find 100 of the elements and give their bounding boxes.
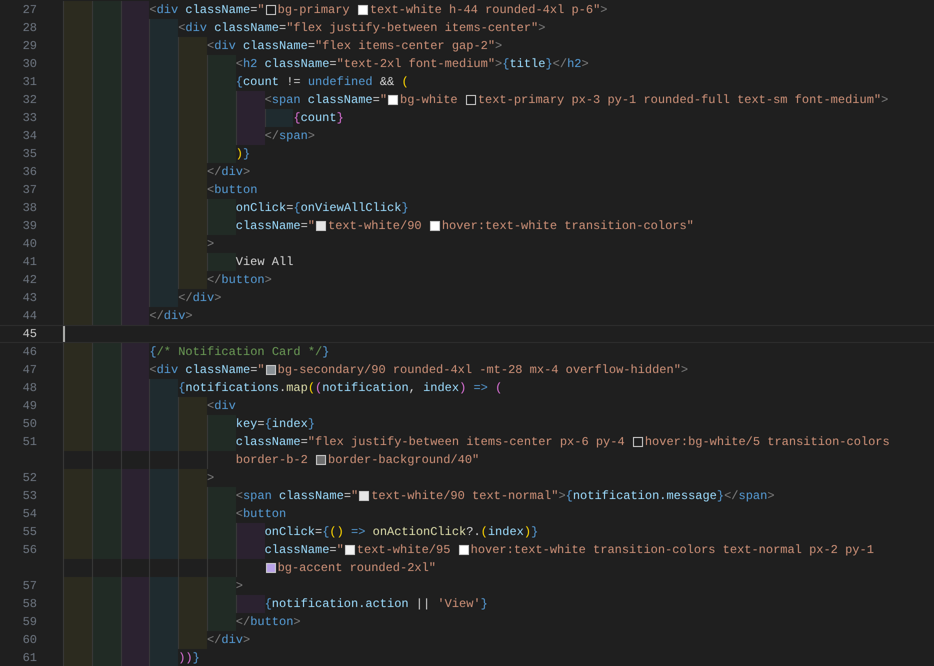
line-number: 55 [22,524,37,541]
indent-guide [206,433,236,451]
code-text: border-b-2 [236,452,309,469]
code-text: border-background/40" [328,452,480,469]
code-text: bg-primary [278,2,351,19]
line-number: 57 [22,578,37,595]
indent-guide [92,1,121,19]
code-text: <div className=" [149,362,265,379]
line-number: 58 [22,596,37,613]
line-number: 34 [22,128,37,145]
line-number: 39 [22,218,37,235]
line-number: 42 [22,272,37,289]
line-number: 60 [22,632,37,649]
indent-guide [120,1,150,19]
indent-guide [178,631,207,649]
code-text: </span> [264,128,315,145]
line-number: 35 [22,146,37,163]
indent-guide [149,469,178,487]
indent-guide [149,379,178,397]
indent-guide [149,289,178,307]
indent-guide [236,127,265,145]
line-number: 29 [22,38,37,55]
code-text: {notifications.map((notification, index) => ( [178,380,502,397]
code-text: <button [236,506,286,523]
code-text: bg-white [400,92,459,109]
line-number: 54 [22,506,37,523]
indent-guide [236,523,265,541]
indent-guide [236,91,265,109]
line-number: 59 [22,614,37,631]
indent-guide [63,649,92,666]
code-text: <div [206,398,236,415]
code-text: className="flex justify-between items-center px-6 py-4 [236,434,626,451]
code-text: <span className=" [264,92,388,109]
code-text: text-white/90 [328,218,423,235]
indent-guide [149,649,178,666]
code-text: bg-secondary/90 rounded-4xl -mt-28 mx-4 overflow-hidden"> [278,362,688,379]
code-text: <div className="flex items-center gap-2"> [206,38,502,55]
indent-guide [236,541,265,559]
indent-guide [178,433,207,451]
code-text: <h2 className="text-2xl font-medium">{title}</h2> [236,56,589,73]
code-text: <div className="flex justify-between items-center"> [178,20,546,37]
line-number: 53 [22,488,37,505]
code-text: text-primary px-3 py-1 rounded-full text-sm font-medium"> [478,92,888,109]
indent-guide [236,595,265,613]
code-text: > [206,236,214,253]
code-text: className=" [264,542,344,559]
code-text: {notification.action || 'View'} [264,596,488,613]
line-number: 45 [22,326,37,342]
indent-guide [264,109,294,127]
indent-guide [178,577,207,595]
indent-guide [92,649,121,666]
line-number: 40 [22,236,37,253]
indent-guide [120,577,150,595]
indent-guide [63,1,92,19]
code-text: onClick={() => onActionClick?.(index)} [264,524,538,541]
indent-guide [178,397,207,415]
indent-guide [206,199,236,217]
indent-guide [63,433,92,451]
line-number: 28 [22,20,37,37]
indent-guide [120,469,150,487]
indent-guide [178,37,207,55]
code-text: </button> [236,614,301,631]
indent-guide [92,433,121,451]
text-cursor [63,326,65,342]
indent-guide [120,433,150,451]
indent-guide [63,541,92,559]
code-text: text-white h-44 rounded-4xl p-6"> [370,2,608,19]
indent-guide [206,487,236,505]
indent-guide [63,577,92,595]
code-text: </div> [178,290,222,307]
code-text: hover:bg-white/5 transition-colors [644,434,890,451]
line-number: 61 [22,650,37,666]
code-text: </button> [206,272,272,289]
line-number: 47 [22,362,37,379]
line-number: 31 [22,74,37,91]
code-text: > [206,470,214,487]
code-text: ))} [178,650,200,666]
line-number: 33 [22,110,37,127]
indent-guide [149,577,178,595]
line-number: 52 [22,470,37,487]
indent-guide [206,145,236,163]
indent-guide [206,613,236,631]
indent-guide [206,253,236,271]
indent-guide [149,541,178,559]
code-text: text-white/95 [356,542,452,559]
line-number: 43 [22,290,37,307]
code-text: {count} [293,110,344,127]
indent-guide [206,541,236,559]
code-text: <button [206,182,258,199]
code-text: <span className=" [236,488,358,505]
indent-guide [178,469,207,487]
indent-guide [92,541,121,559]
indent-guide [63,469,92,487]
indent-guide [149,19,178,37]
indent-guide [120,541,150,559]
line-number: 56 [22,542,37,559]
code-text: </div> [206,632,250,649]
line-number: 32 [22,92,37,109]
indent-guide [178,271,207,289]
line-number: 44 [22,308,37,325]
